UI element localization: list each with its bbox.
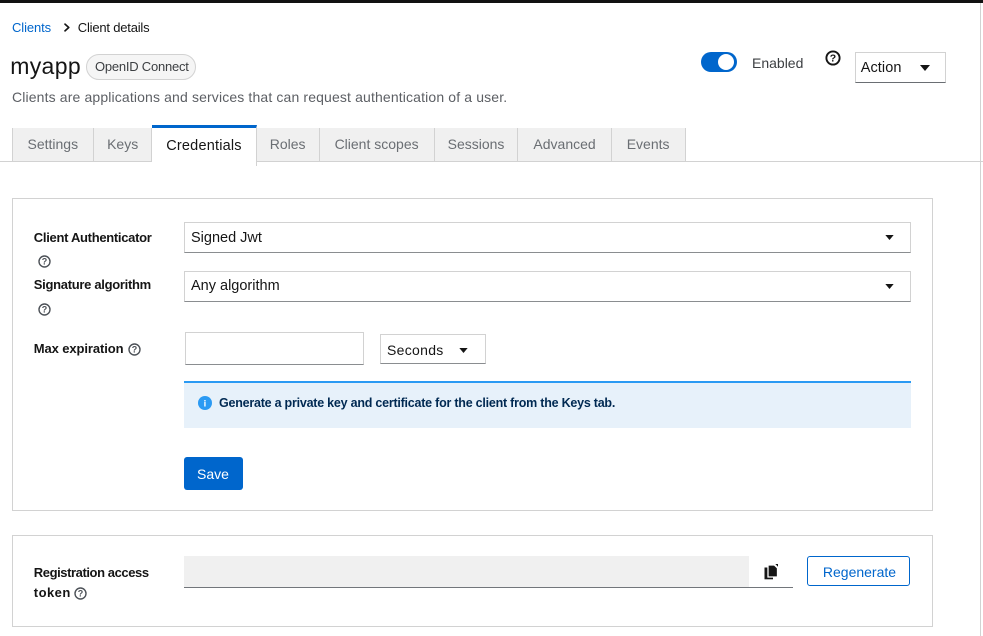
svg-text:?: ?	[132, 345, 138, 355]
svg-text:i: i	[204, 399, 207, 410]
svg-text:?: ?	[829, 53, 835, 65]
svg-text:?: ?	[42, 305, 48, 315]
svg-text:?: ?	[78, 588, 84, 598]
svg-text:?: ?	[41, 257, 47, 267]
